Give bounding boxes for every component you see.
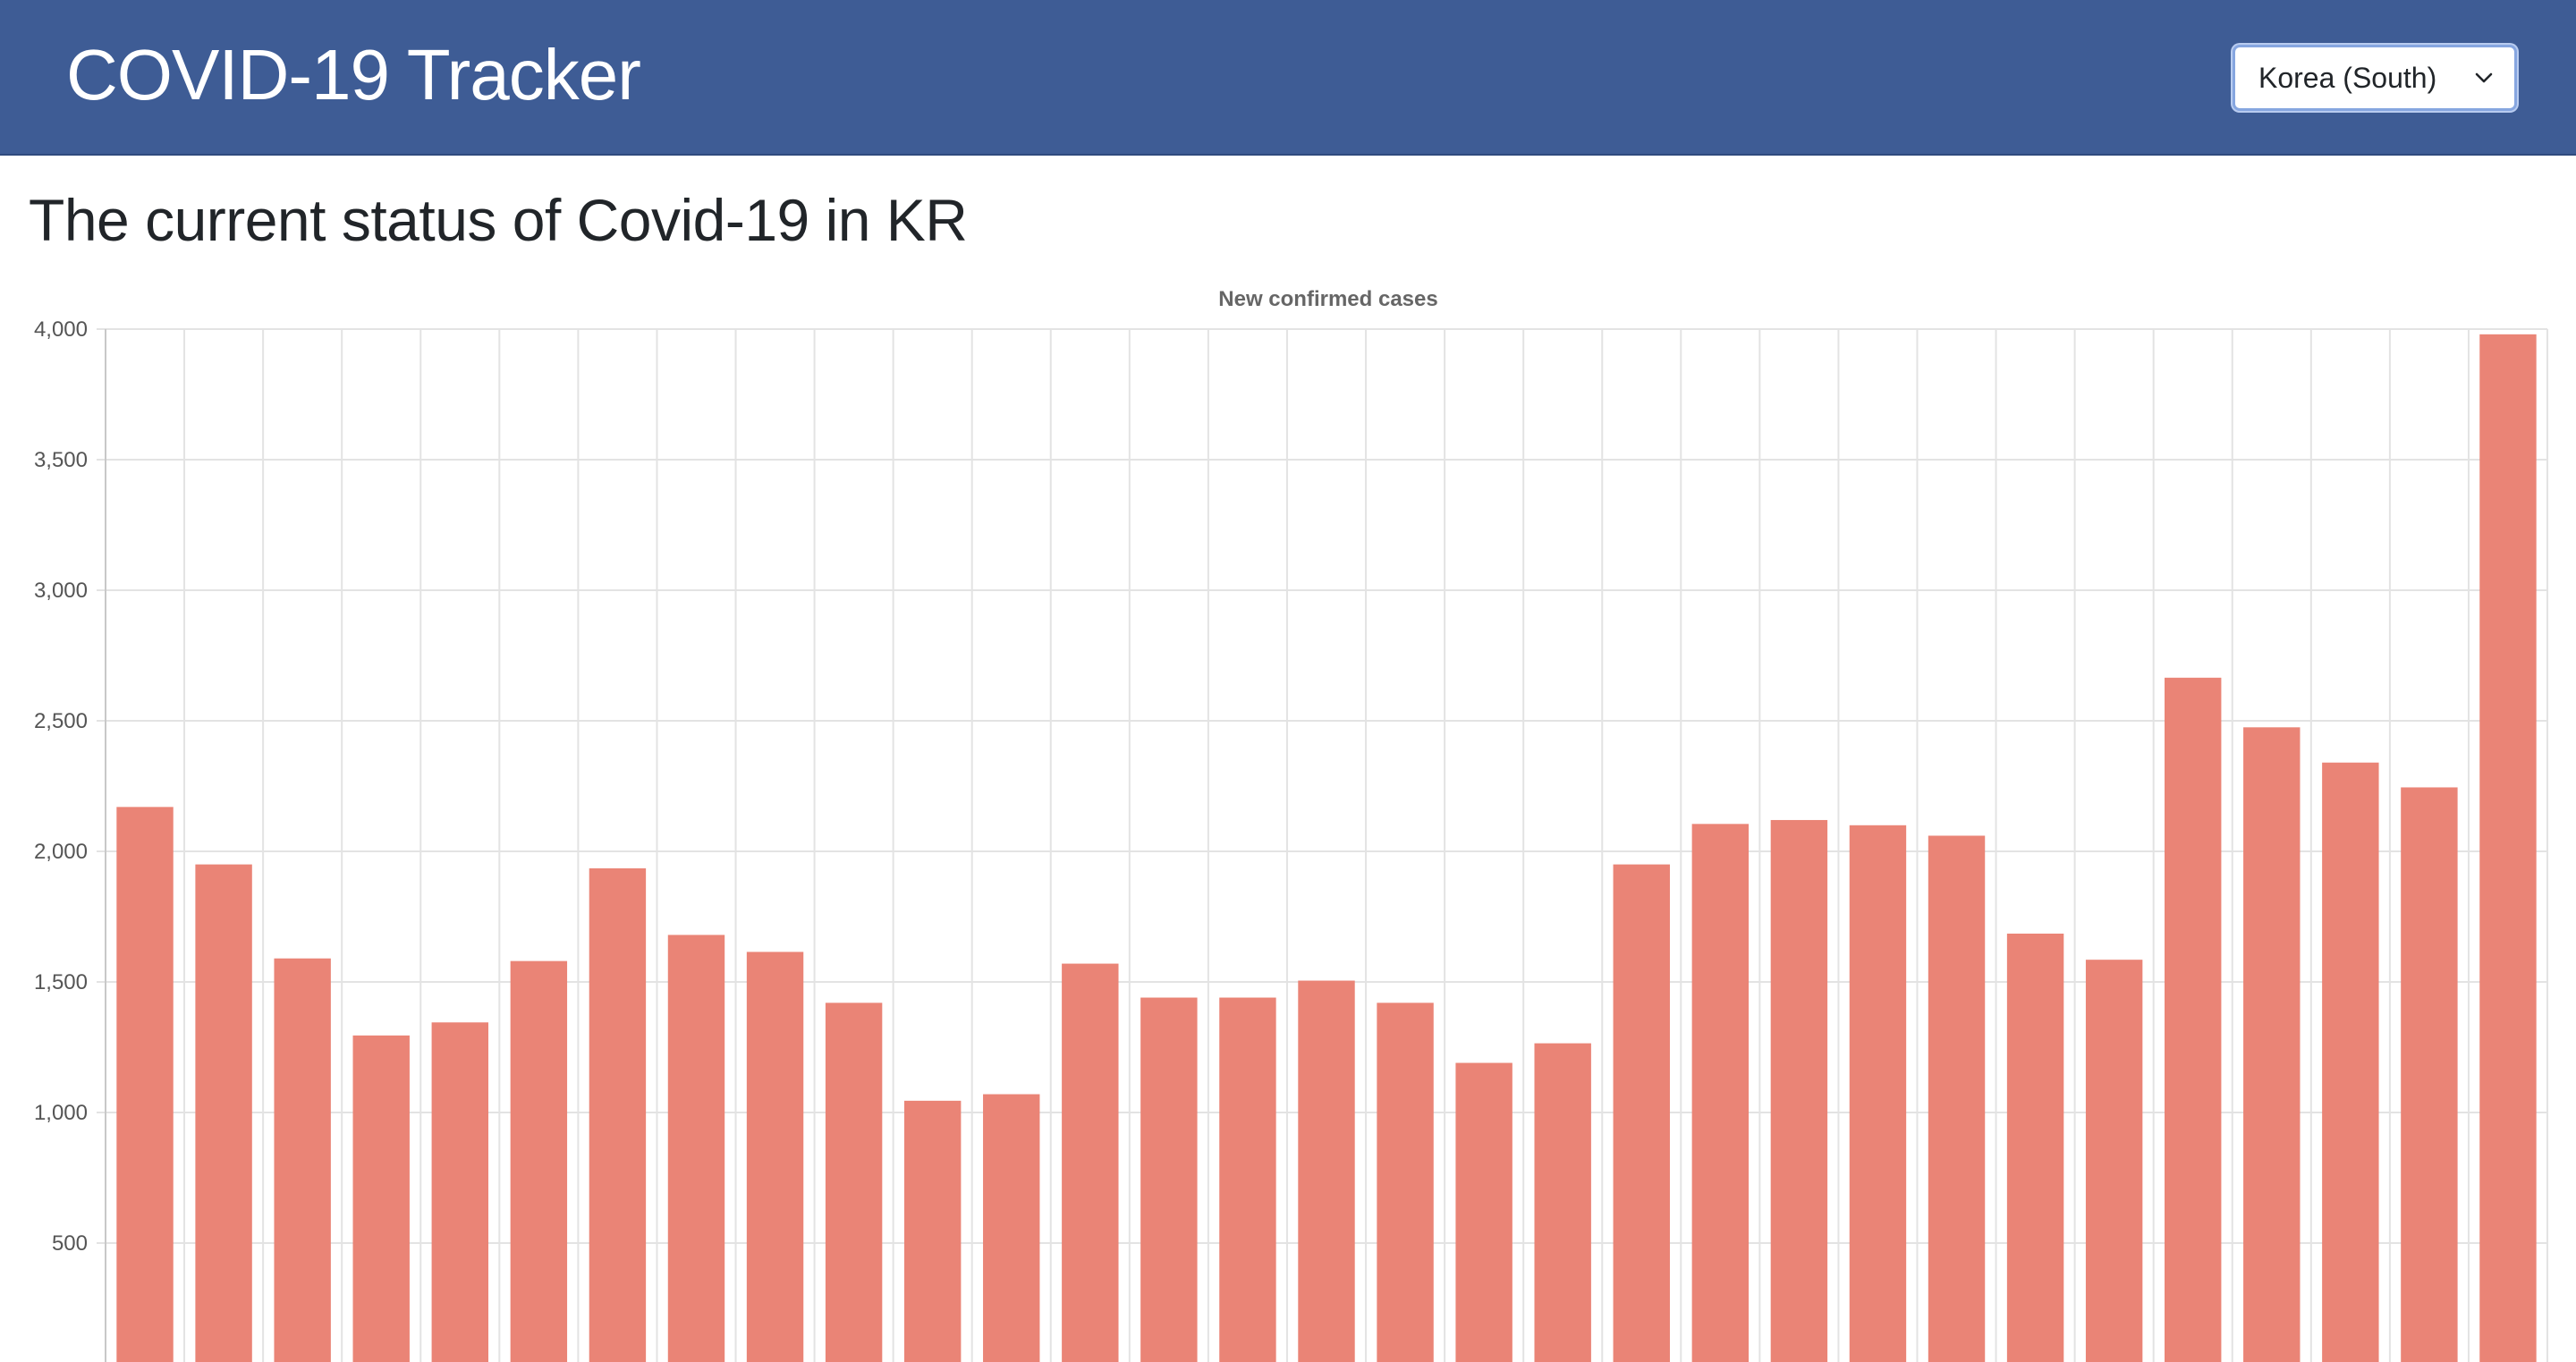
bar xyxy=(2085,960,2143,1362)
new-cases-bar-chart: 500 1,000 1,500 2,000 2,500 3,000 3,500 4,000 N… xyxy=(34,287,2548,1362)
chart-title: New confirmed cases xyxy=(1218,287,1437,311)
bar xyxy=(1770,819,1828,1362)
bar xyxy=(1298,980,1355,1362)
bar xyxy=(2165,677,2222,1362)
bar xyxy=(1140,997,1198,1362)
bar xyxy=(116,807,174,1362)
bar xyxy=(1219,997,1276,1362)
bar xyxy=(983,1094,1040,1362)
navbar: COVID-19 Tracker Korea (South) xyxy=(0,0,2576,156)
bar xyxy=(2401,787,2458,1362)
bar xyxy=(667,935,725,1362)
bar xyxy=(2006,933,2064,1362)
chart-y-ticks: 500 1,000 1,500 2,000 2,500 3,000 3,500 4,000 xyxy=(34,317,88,1256)
bar xyxy=(903,1100,962,1362)
page-title: The current status of Covid-19 in KR xyxy=(29,187,968,253)
y-tick-label: 1,500 xyxy=(34,970,88,994)
bar xyxy=(746,952,804,1362)
bar xyxy=(1613,864,1670,1362)
bar xyxy=(825,1002,883,1362)
bar xyxy=(2322,762,2379,1362)
country-select-value: Korea (South) xyxy=(2258,62,2437,94)
y-tick-label: 1,000 xyxy=(34,1101,88,1125)
bar xyxy=(2243,727,2301,1362)
chevron-down-icon xyxy=(2475,72,2493,83)
bar xyxy=(2479,334,2537,1362)
bar xyxy=(1377,1002,1434,1362)
bar xyxy=(1691,824,1750,1362)
bar xyxy=(589,867,647,1362)
y-tick-label: 500 xyxy=(52,1231,88,1256)
bar xyxy=(1062,963,1119,1362)
bar xyxy=(1455,1062,1513,1362)
bar xyxy=(1534,1043,1591,1362)
y-tick-label: 3,500 xyxy=(34,448,88,472)
bar xyxy=(510,960,568,1362)
bar xyxy=(195,864,252,1362)
country-select[interactable]: Korea (South) xyxy=(2233,45,2517,111)
y-tick-label: 3,000 xyxy=(34,579,88,603)
bar xyxy=(1849,825,1907,1362)
bar xyxy=(352,1035,410,1362)
y-tick-label: 2,500 xyxy=(34,709,88,733)
y-tick-label: 2,000 xyxy=(34,840,88,864)
chart-bars xyxy=(116,334,2537,1362)
bar xyxy=(274,958,331,1362)
bar xyxy=(1928,835,1986,1362)
bar xyxy=(431,1022,488,1362)
app-brand[interactable]: COVID-19 Tracker xyxy=(66,30,641,120)
y-tick-label: 4,000 xyxy=(34,317,88,342)
